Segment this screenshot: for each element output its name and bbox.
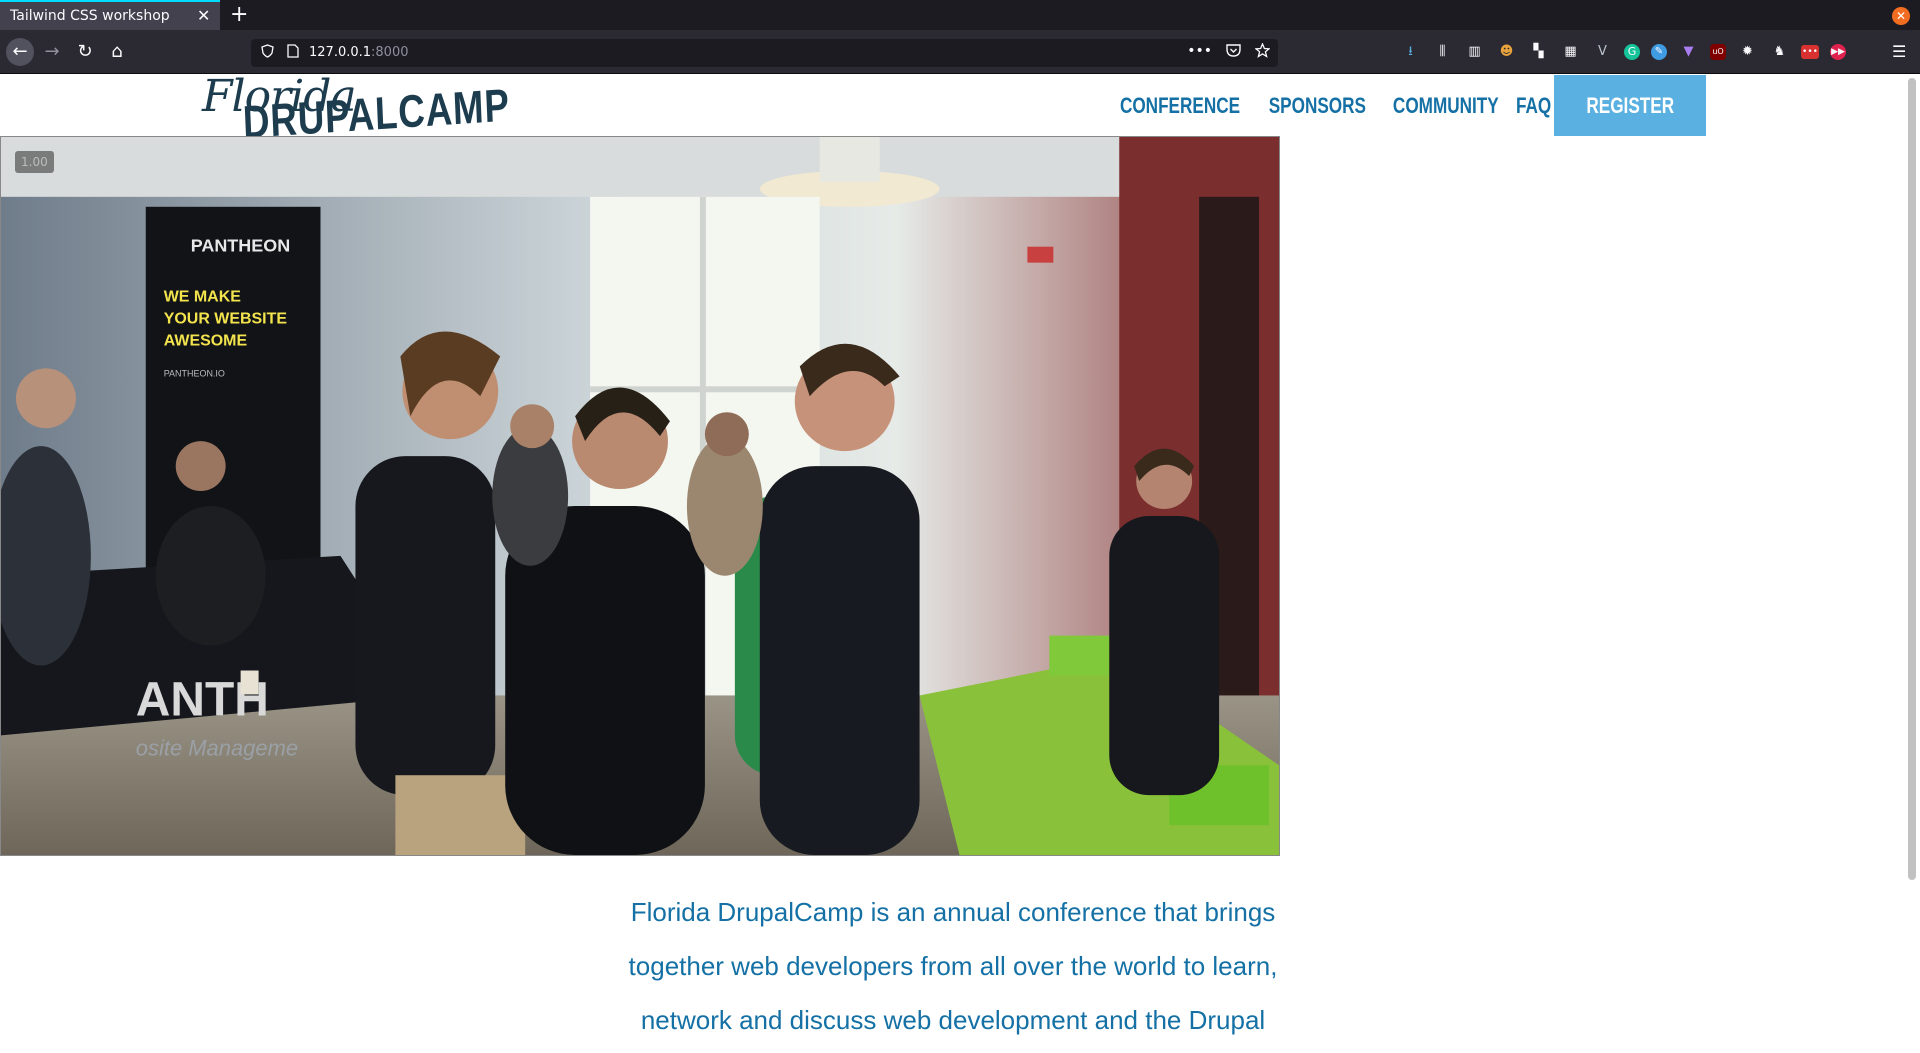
downloads-icon[interactable]: ⭳ bbox=[1400, 42, 1421, 62]
video-speed-badge: 1.00 bbox=[15, 151, 54, 173]
grammarly-icon[interactable]: G bbox=[1624, 44, 1640, 60]
extension-7-icon[interactable]: ▶▶ bbox=[1830, 44, 1846, 60]
page-scrollbar[interactable] bbox=[1908, 78, 1916, 880]
home-icon[interactable]: ⌂ bbox=[103, 38, 131, 66]
tab-bar: Tailwind CSS workshop ✕ + ✕ bbox=[0, 0, 1920, 30]
tracking-shield-icon[interactable] bbox=[261, 44, 274, 62]
nav-community[interactable]: COMMUNITY bbox=[1386, 75, 1504, 136]
main-nav: CONFERENCE SPONSORS COMMUNITY FAQ REGIST… bbox=[1104, 75, 1706, 136]
page-actions-icon[interactable]: ••• bbox=[1187, 43, 1212, 62]
library-icon[interactable]: ⫼ bbox=[1432, 42, 1453, 62]
page-info-icon[interactable] bbox=[287, 44, 299, 62]
hamburger-menu-icon[interactable]: ☰ bbox=[1892, 42, 1906, 61]
extension-6-icon[interactable]: ••• bbox=[1801, 45, 1819, 59]
new-tab-button[interactable]: + bbox=[230, 2, 248, 27]
banner-line-3: AWESOME bbox=[164, 332, 248, 349]
page-viewport: Florida DRUPALCAMP CONFERENCE SPONSORS C… bbox=[0, 75, 1920, 1053]
settings-icon[interactable]: ✹ bbox=[1737, 42, 1758, 62]
extension-5-icon[interactable]: ♞ bbox=[1769, 42, 1790, 62]
extension-3-icon[interactable]: ✎ bbox=[1651, 44, 1667, 60]
sidebar-icon[interactable]: ▥ bbox=[1464, 42, 1485, 62]
url-text[interactable]: 127.0.0.1:8000 bbox=[309, 45, 409, 60]
reload-icon[interactable]: ↻ bbox=[71, 38, 99, 66]
register-button[interactable]: REGISTER bbox=[1553, 75, 1706, 136]
nav-faq[interactable]: FAQ bbox=[1510, 75, 1558, 136]
bookmark-star-icon[interactable] bbox=[1254, 42, 1271, 62]
address-bar[interactable]: 127.0.0.1:8000 ••• bbox=[251, 39, 1278, 67]
banner-line-1: WE MAKE bbox=[164, 289, 242, 306]
vue-icon[interactable]: V bbox=[1592, 42, 1613, 62]
hero-video-frame: PANTHEON WE MAKE YOUR WEBSITE AWESOME PA… bbox=[1, 137, 1279, 855]
back-icon[interactable]: ← bbox=[6, 38, 34, 66]
table-banner-subtext: osite Manageme bbox=[136, 735, 298, 760]
intro-paragraph: Florida DrupalCamp is an annual conferen… bbox=[628, 897, 1278, 1035]
banner-line-4: PANTHEON.IO bbox=[164, 368, 225, 378]
banner-line-2: YOUR WEBSITE bbox=[164, 310, 288, 327]
grid-icon[interactable]: ▦ bbox=[1560, 42, 1581, 62]
nav-conference[interactable]: CONFERENCE bbox=[1114, 75, 1247, 136]
tab-title: Tailwind CSS workshop bbox=[10, 8, 170, 24]
banner-brand: PANTHEON bbox=[191, 236, 290, 256]
tab-close-icon[interactable]: ✕ bbox=[197, 6, 210, 25]
extension-1-icon[interactable]: ☻ bbox=[1496, 42, 1517, 62]
forward-icon[interactable]: → bbox=[38, 38, 66, 66]
extension-4-icon[interactable]: ▼ bbox=[1678, 42, 1699, 62]
extension-toolbar: ⭳ ⫼ ▥ ☻ ▚ ▦ V G ✎ ▼ uO ✹ ♞ ••• ▶▶ bbox=[1400, 42, 1846, 62]
browser-tab[interactable]: Tailwind CSS workshop ✕ bbox=[0, 0, 220, 30]
extension-2-icon[interactable]: ▚ bbox=[1528, 42, 1549, 62]
hero-video[interactable]: PANTHEON WE MAKE YOUR WEBSITE AWESOME PA… bbox=[0, 136, 1280, 856]
pocket-icon[interactable] bbox=[1226, 43, 1241, 62]
window-close-button[interactable]: ✕ bbox=[1892, 7, 1910, 25]
ublock-icon[interactable]: uO bbox=[1710, 44, 1726, 60]
nav-sponsors[interactable]: SPONSORS bbox=[1262, 75, 1372, 136]
